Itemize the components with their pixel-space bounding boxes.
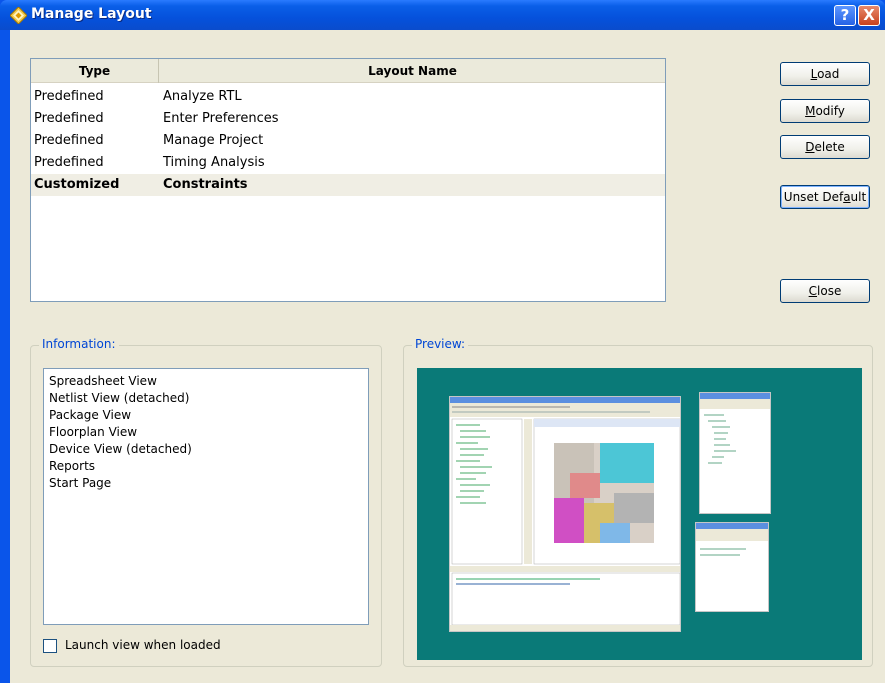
preview-group: Preview:	[403, 337, 873, 667]
launch-view-label[interactable]: Launch view when loaded	[65, 638, 221, 652]
preview-detached-window-2	[695, 522, 769, 612]
preview-main-window	[449, 396, 681, 632]
close-button[interactable]: Close	[780, 279, 870, 303]
preview-detached-window-1	[699, 392, 771, 514]
modify-label: odify	[815, 104, 845, 118]
preview-legend: Preview:	[412, 337, 469, 351]
title-bar[interactable]: Manage Layout ? X	[0, 0, 885, 30]
close-accel: C	[808, 284, 818, 298]
list-item: Reports	[49, 459, 96, 473]
help-button[interactable]: ?	[834, 5, 856, 26]
list-item: Device View (detached)	[49, 442, 192, 456]
table-row[interactable]: Predefined Enter Preferences	[31, 108, 665, 130]
unset-default-button[interactable]: Unset Default	[780, 185, 870, 209]
row-layout-name: Manage Project	[163, 133, 264, 148]
table-row-selected[interactable]: Customized Constraints	[31, 174, 665, 196]
launch-view-checkbox[interactable]	[43, 639, 57, 653]
row-type: Predefined	[34, 111, 104, 126]
column-header-type[interactable]: Type	[31, 59, 159, 83]
load-button[interactable]: Load	[780, 62, 870, 86]
view-list[interactable]: Spreadsheet View Netlist View (detached)…	[43, 368, 369, 625]
preview-side2-content	[696, 529, 768, 556]
layout-rows: Predefined Analyze RTL Predefined Enter …	[31, 86, 665, 196]
preview-main-content	[450, 403, 680, 631]
app-diamond-icon	[10, 7, 27, 24]
row-layout-name: Constraints	[163, 177, 248, 192]
list-item: Package View	[49, 408, 132, 422]
information-legend: Information:	[39, 337, 119, 351]
row-layout-name: Enter Preferences	[163, 111, 279, 126]
row-type: Predefined	[34, 89, 104, 104]
table-row[interactable]: Predefined Manage Project	[31, 130, 665, 152]
row-type: Customized	[34, 177, 120, 192]
close-window-button[interactable]: X	[858, 5, 880, 26]
manage-layout-window: Manage Layout ? X Type Layout Name Prede…	[0, 0, 885, 683]
preview-side1-content	[700, 399, 770, 464]
delete-button[interactable]: Delete	[780, 135, 870, 159]
unset-default-accel: a	[843, 190, 851, 204]
load-label: oad	[817, 67, 840, 81]
close-label: lose	[817, 284, 842, 298]
column-header-layout-name[interactable]: Layout Name	[160, 59, 665, 83]
list-header: Type Layout Name	[31, 59, 665, 83]
modify-accel: M	[805, 104, 816, 118]
dialog-body: Type Layout Name Predefined Analyze RTL …	[10, 30, 885, 683]
table-row[interactable]: Predefined Timing Analysis	[31, 152, 665, 174]
delete-label: elete	[814, 140, 845, 154]
row-layout-name: Analyze RTL	[163, 89, 242, 104]
row-type: Predefined	[34, 155, 104, 170]
delete-accel: D	[805, 140, 815, 154]
row-type: Predefined	[34, 133, 104, 148]
unset-default-label: ult	[850, 190, 867, 204]
window-title: Manage Layout	[31, 6, 152, 22]
table-row[interactable]: Predefined Analyze RTL	[31, 86, 665, 108]
list-item: Netlist View (detached)	[49, 391, 190, 405]
list-item: Start Page	[49, 476, 112, 490]
row-layout-name: Timing Analysis	[163, 155, 265, 170]
layout-list[interactable]: Type Layout Name Predefined Analyze RTL …	[30, 58, 666, 302]
information-group: Information: Spreadsheet View Netlist Vi…	[30, 337, 382, 667]
list-item: Spreadsheet View	[49, 374, 157, 388]
modify-button[interactable]: Modify	[780, 99, 870, 123]
layout-preview-image	[417, 368, 862, 660]
unset-default-label-pre: Unset Def	[783, 190, 844, 204]
list-item: Floorplan View	[49, 425, 138, 439]
